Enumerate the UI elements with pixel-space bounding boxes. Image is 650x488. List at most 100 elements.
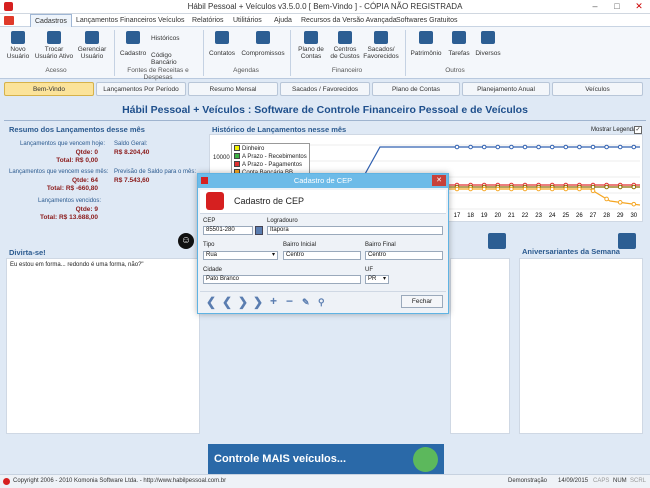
menu-cadastros[interactable]: Cadastros	[30, 14, 72, 27]
menu-softwares[interactable]: Softwares Gratuitos	[392, 14, 461, 27]
smiley-icon: ☺	[178, 233, 194, 249]
tab-resumo-mensal[interactable]: Resumo Mensal	[188, 82, 278, 96]
first-record-icon[interactable]: ❮	[206, 296, 216, 308]
x-tick-label: 17	[454, 213, 461, 219]
menu-recursos[interactable]: Recursos da Versão Avançada	[297, 14, 401, 27]
tab-planejamento-anual[interactable]: Planejamento Anual	[462, 82, 550, 96]
search-record-icon[interactable]: ⚲	[318, 296, 325, 308]
dialog-title: Cadastro de CEP	[198, 174, 448, 188]
menu-veiculos[interactable]: Veículos	[154, 14, 188, 27]
series-point	[604, 144, 609, 150]
payees-icon	[374, 31, 388, 44]
series-point	[481, 144, 487, 150]
mostrar-legenda-checkbox[interactable]: ✓	[634, 126, 642, 134]
date-text: 14/09/2015	[558, 478, 589, 484]
bairro-inicial-label: Bairro Inicial	[283, 242, 317, 248]
legend-swatch	[234, 161, 240, 168]
menu-lancamentos[interactable]: Lançamentos Financeiros	[72, 14, 160, 27]
cadastro-button[interactable]: Cadastro	[117, 31, 149, 57]
last-record-icon[interactable]: ❯	[253, 296, 263, 308]
tarefas-button[interactable]: Tarefas	[446, 31, 472, 57]
previous-record-icon[interactable]: ❮	[222, 296, 232, 308]
sacados-button[interactable]: Sacados/ Favorecidos	[362, 31, 400, 60]
divirta-title: Divirta-se!	[9, 248, 46, 257]
logradouro-input[interactable]: Itapora	[267, 226, 443, 235]
dropdown-icon: ▾	[382, 276, 386, 282]
add-record-icon[interactable]: +	[270, 295, 277, 307]
tab-bem-vindo[interactable]: Bem-Vindo	[4, 82, 94, 96]
trocar-usuario-button[interactable]: Trocar Usuário Ativo	[34, 31, 74, 60]
uf-select[interactable]: PR ▾	[365, 275, 389, 284]
menu-relatorios[interactable]: Relatórios	[188, 14, 228, 27]
fechar-button[interactable]: Fechar	[401, 295, 443, 308]
series-point	[604, 184, 609, 190]
maximize-button[interactable]: □	[606, 0, 628, 13]
ribbon: Novo Usuário Trocar Usuário Ativo Gerenc…	[0, 27, 650, 81]
agenda-icon	[488, 233, 506, 249]
cep-lookup-button[interactable]	[255, 226, 263, 235]
banner-text: Controle MAIS veículos...	[214, 453, 347, 465]
tab-lancamentos-periodo[interactable]: Lançamentos Por Período	[96, 82, 186, 96]
legend-entry: A Prazo - Recebimentos	[234, 153, 307, 161]
series-point	[563, 144, 569, 150]
bairro-final-input[interactable]: Centro	[365, 251, 443, 260]
hoje-qtde: Qtde: 0	[75, 149, 98, 156]
cep-dialog: Cadastro de CEP ✕ Cadastro de CEP CEP 85…	[197, 173, 449, 314]
scrl-indicator: SCRL	[630, 478, 647, 484]
mes-qtde: Qtde: 64	[71, 177, 98, 184]
contatos-button[interactable]: Contatos	[206, 31, 238, 57]
legend-swatch	[234, 145, 240, 152]
cidade-input[interactable]: Pato Branco	[203, 275, 361, 284]
cep-input[interactable]: 85501-280	[203, 226, 253, 235]
title-bar: Hábil Pessoal + Veículos v3.5.0.0 [ Bem-…	[0, 0, 650, 14]
tab-veiculos[interactable]: Veículos	[552, 82, 643, 96]
diversos-button[interactable]: Diversos	[474, 31, 502, 57]
dropdown-icon: ▾	[271, 252, 275, 258]
legend-label: A Prazo - Recebimentos	[242, 154, 307, 160]
uf-label: UF	[365, 267, 373, 273]
series-point	[577, 186, 582, 192]
series-point	[495, 186, 501, 192]
dialog-app-icon	[201, 177, 208, 184]
mode-text: Demonstração	[508, 478, 548, 484]
series-point	[631, 184, 637, 190]
hoje-label: Lançamentos que vencem hoje:	[20, 141, 106, 147]
series-point	[468, 144, 473, 150]
cost-center-icon	[338, 31, 352, 44]
menu-bar: Cadastros Lançamentos Financeiros Veícul…	[0, 14, 650, 27]
aniversariantes-title: Aniversariantes da Semana	[522, 247, 620, 256]
series-point	[536, 186, 541, 192]
tipo-select[interactable]: Rua ▾	[203, 251, 278, 260]
promo-banner[interactable]: Controle MAIS veículos...	[208, 444, 444, 475]
next-record-icon[interactable]: ❯	[238, 296, 248, 308]
series-point	[590, 144, 596, 150]
gerenciar-usuario-button[interactable]: Gerenciar Usuário	[76, 31, 108, 60]
menu-utilitarios[interactable]: Utilitários	[229, 14, 266, 27]
compromissos-button[interactable]: Compromissos	[240, 31, 286, 57]
patrimonio-button[interactable]: Patrimônio	[408, 31, 444, 57]
tab-plano-contas[interactable]: Plano de Contas	[372, 82, 460, 96]
minimize-button[interactable]: –	[584, 0, 606, 13]
centros-custos-button[interactable]: Centros de Custos	[330, 31, 360, 60]
edit-record-icon[interactable]: ✎	[302, 296, 310, 308]
bairro-inicial-input[interactable]: Centro	[283, 251, 361, 260]
delete-record-icon[interactable]: −	[286, 295, 293, 307]
group-financeiro-label: Financeiro	[331, 67, 363, 74]
close-button[interactable]: ✕	[628, 0, 650, 13]
menu-ajuda[interactable]: Ajuda	[270, 14, 296, 27]
historicos-button[interactable]: Históricos	[151, 35, 199, 42]
logradouro-label: Logradouro	[267, 218, 298, 224]
dialog-close-button[interactable]: ✕	[432, 175, 446, 186]
window-title: Hábil Pessoal + Veículos v3.5.0.0 [ Bem-…	[187, 2, 463, 11]
tab-sacados[interactable]: Sacados / Favorecidos	[280, 82, 370, 96]
app-menu-icon[interactable]	[4, 16, 14, 25]
plano-contas-button[interactable]: Plano de Contas	[294, 31, 328, 60]
novo-usuario-button[interactable]: Novo Usuário	[4, 31, 32, 60]
legend-label: Dinheiro	[242, 146, 265, 152]
mes-total: Total: R$ -660,80	[46, 185, 98, 192]
codigo-bancario-button[interactable]: Código Bancário	[151, 52, 199, 66]
vencidos-total: Total: R$ 13.688,00	[39, 214, 98, 221]
x-tick-label: 18	[467, 213, 474, 219]
x-tick-label: 19	[481, 213, 488, 219]
saldo-value: R$ 8.204,40	[114, 149, 150, 156]
